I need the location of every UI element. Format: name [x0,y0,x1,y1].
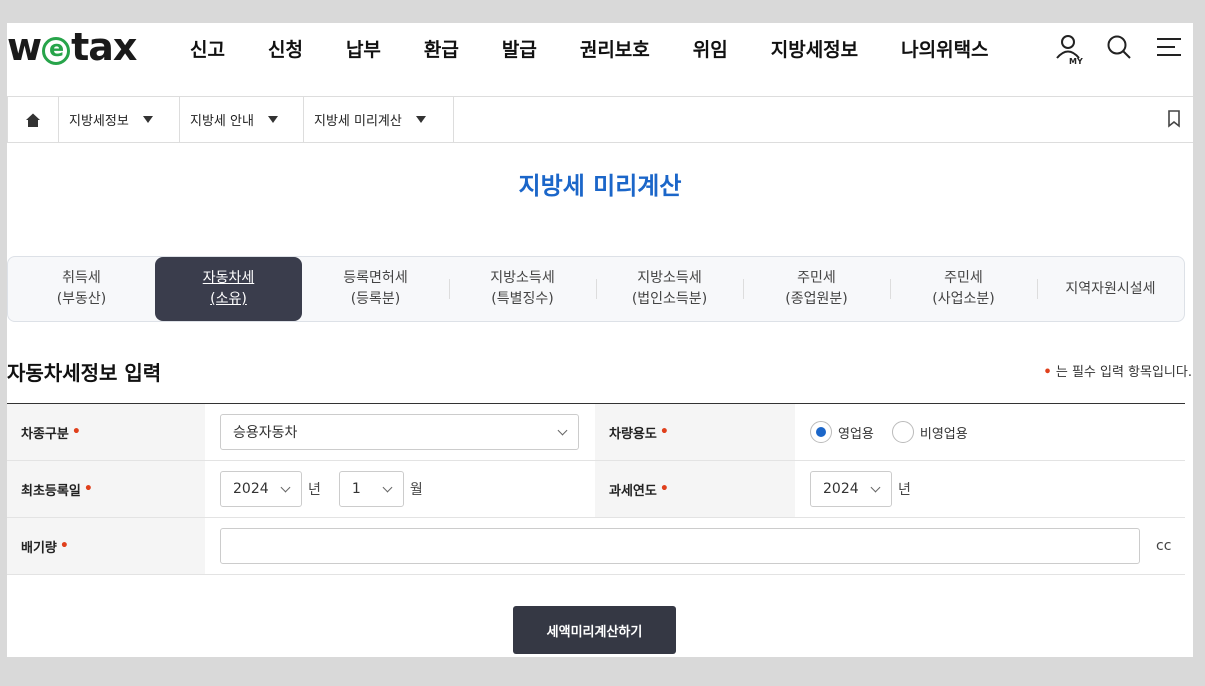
usage-label: 차량용도 • [595,404,795,460]
calculate-button[interactable]: 세액미리계산하기 [513,606,676,654]
site-header: w e tax 신고 신청 납부 환급 발급 권리보호 위임 지방세정보 나의위택스… [7,23,1193,97]
page: w e tax 신고 신청 납부 환급 발급 권리보호 위임 지방세정보 나의위택스… [7,23,1193,657]
nav-item-delegate[interactable]: 위임 [693,35,728,62]
nav-item-apply[interactable]: 신청 [268,35,303,62]
radio-unselected-icon [891,421,914,443]
home-icon[interactable] [7,97,59,142]
chevron-down-icon [557,425,568,435]
tab-vehicle-tax[interactable]: 자동차세 (소유) [155,257,302,321]
tab-local-income-tax-withholding[interactable]: 지방소득세 (특별징수) [449,257,596,321]
breadcrumb-tax-precalc[interactable]: 지방세 미리계산 [304,97,454,142]
svg-text:MY: MY [1069,57,1083,65]
form-row: 차종구분 • 승용자동차 차량용도 • 영업용 비영업용 [7,404,1185,461]
breadcrumb-local-tax-guide[interactable]: 지방세 안내 [180,97,304,142]
displacement-input[interactable] [220,528,1140,564]
tab-registration-license-tax[interactable]: 등록면허세 (등록분) [302,257,449,321]
nav-item-report[interactable]: 신고 [190,35,225,62]
menu-icon[interactable] [1155,33,1183,61]
car-type-select[interactable]: 승용자동차 [220,414,579,450]
wetax-logo[interactable]: w e tax [7,25,137,69]
vehicle-tax-form: 차종구분 • 승용자동차 차량용도 • 영업용 비영업용 최초등록일 • 2024 년… [7,403,1185,575]
usage-radio-noncommercial[interactable]: 비영업용 [891,421,968,443]
search-icon[interactable] [1105,33,1133,61]
tab-local-income-tax-corporate[interactable]: 지방소득세 (법인소득분) [596,257,743,321]
caret-down-icon [142,116,153,123]
required-note: • 는 필수 입력 항목입니다. [1043,365,1192,380]
caret-down-icon [267,116,278,123]
tab-resident-tax-employee[interactable]: 주민세 (종업원분) [743,257,890,321]
first-reg-year-select[interactable]: 2024 [220,471,302,507]
first-reg-month-select[interactable]: 1 [338,471,404,507]
tax-type-tabs: 취득세 (부동산) 자동차세 (소유) 등록면허세 (등록분) 지방소득세 (특별징수)… [7,256,1185,322]
nav-item-my-wetax[interactable]: 나의위택스 [901,35,988,62]
global-nav: 신고 신청 납부 환급 발급 권리보호 위임 지방세정보 나의위택스 [190,35,1032,62]
nav-item-refund[interactable]: 환급 [424,35,459,62]
required-dot-icon: • [83,481,93,497]
car-type-label: 차종구분 • [7,404,205,460]
nav-item-issue[interactable]: 발급 [502,35,537,62]
tax-year-select[interactable]: 2024 [810,471,892,507]
bookmark-icon[interactable] [1167,110,1181,132]
breadcrumb: 지방세정보 지방세 안내 지방세 미리계산 [7,97,1193,143]
usage-radio-commercial[interactable]: 영업용 [810,421,874,443]
chevron-down-icon [382,482,393,492]
page-title: 지방세 미리계산 [518,172,682,200]
chevron-down-icon [870,482,881,492]
breadcrumb-local-tax-info[interactable]: 지방세정보 [59,97,180,142]
required-dot-icon: • [59,538,69,554]
form-row: 최초등록일 • 2024 년 1 월 과세연도 • 2024 년 [7,461,1185,518]
nav-item-pay[interactable]: 납부 [346,35,381,62]
tax-year-label: 과세연도 • [595,461,795,517]
tab-resident-tax-business[interactable]: 주민세 (사업소분) [890,257,1037,321]
first-reg-label: 최초등록일 • [7,461,205,517]
caret-down-icon [415,116,426,123]
my-page-icon[interactable]: MY [1055,33,1083,66]
form-row: 배기량 • cc [7,518,1185,575]
header-icons: MY [1055,33,1183,66]
radio-selected-icon [810,421,832,443]
tab-acquisition-tax[interactable]: 취득세 (부동산) [8,257,155,321]
tab-regional-resource-tax[interactable]: 지역자원시설세 [1037,257,1184,321]
required-dot-icon: • [71,424,81,440]
required-dot-icon: • [659,424,669,440]
displacement-label: 배기량 • [7,518,205,574]
nav-item-local-tax-info[interactable]: 지방세정보 [771,35,858,62]
nav-item-rights[interactable]: 권리보호 [580,35,650,62]
required-dot-icon: • [659,481,669,497]
section-title: 자동차세정보 입력 [7,361,162,385]
required-dot-icon: • [1043,365,1052,380]
chevron-down-icon [280,482,291,492]
